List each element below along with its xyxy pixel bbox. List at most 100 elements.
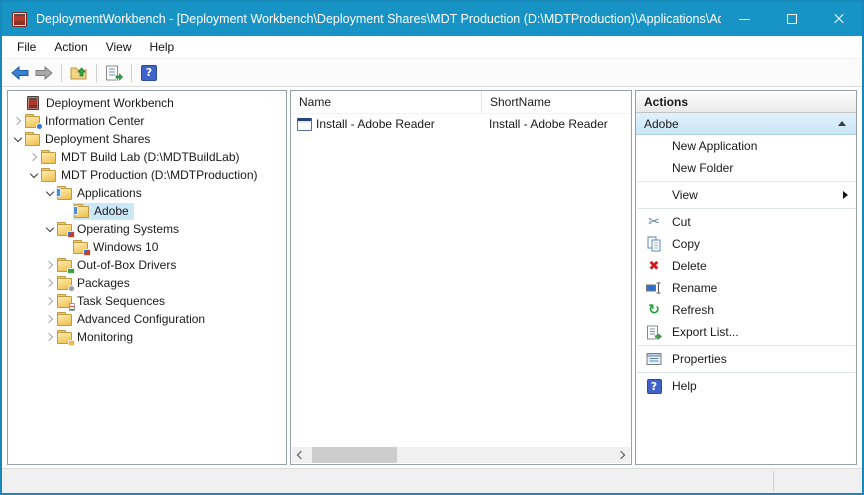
chevron-spacer — [10, 94, 25, 112]
forward-arrow-icon — [35, 66, 53, 80]
window-controls — [721, 2, 862, 36]
tree-item-operating-systems[interactable]: Operating Systems — [42, 220, 286, 238]
chevron-expanded-icon[interactable] — [10, 130, 25, 148]
action-rename[interactable]: Rename — [636, 277, 856, 299]
chevron-expanded-icon[interactable] — [26, 166, 41, 184]
column-header-name[interactable]: Name — [291, 91, 481, 113]
menu-bar: File Action View Help — [2, 36, 862, 59]
chevron-collapsed-icon[interactable] — [42, 274, 57, 292]
list-row-install-adobe-reader[interactable]: Install - Adobe Reader Install - Adobe R… — [291, 114, 631, 134]
scroll-right-button[interactable] — [614, 447, 630, 463]
action-delete[interactable]: ✖ Delete — [636, 255, 856, 277]
chevron-collapsed-icon[interactable] — [42, 328, 57, 346]
list-item-shortname: Install - Adobe Reader — [489, 117, 608, 131]
folder-os-icon — [73, 242, 89, 254]
action-cut[interactable]: ✂ Cut — [636, 211, 856, 233]
blank-icon — [644, 137, 664, 155]
actions-group-adobe[interactable]: Adobe — [636, 113, 856, 135]
action-view[interactable]: View — [636, 184, 856, 206]
separator — [637, 208, 856, 209]
help-icon: ? — [141, 65, 157, 81]
menu-file[interactable]: File — [8, 38, 45, 56]
tree-item-label[interactable]: MDT Build Lab (D:\MDTBuildLab) — [59, 149, 243, 166]
tree-item-windows-10[interactable]: Windows 10 — [58, 238, 286, 256]
action-copy[interactable]: Copy — [636, 233, 856, 255]
horizontal-scrollbar[interactable] — [292, 447, 630, 463]
tree-item-information-center[interactable]: Information Center — [10, 112, 286, 130]
chevron-collapsed-icon[interactable] — [42, 310, 57, 328]
tree-item-label[interactable]: Windows 10 — [91, 239, 161, 256]
forward-button[interactable] — [32, 61, 56, 85]
minimize-button[interactable] — [721, 2, 768, 36]
column-header-shortname[interactable]: ShortName — [481, 91, 631, 113]
folder-open-icon — [25, 134, 41, 146]
action-label: Properties — [672, 352, 848, 366]
help-button[interactable]: ? — [137, 61, 161, 85]
action-properties[interactable]: Properties — [636, 348, 856, 370]
status-bar — [2, 468, 862, 493]
tree-item-label[interactable]: Operating Systems — [75, 221, 182, 238]
tree-item-applications[interactable]: Applications — [42, 184, 286, 202]
menu-help[interactable]: Help — [141, 38, 184, 56]
close-button[interactable] — [815, 2, 862, 36]
actions-group-label: Adobe — [644, 117, 838, 131]
help-icon-wrap: ? — [644, 377, 664, 395]
list-item-name[interactable]: Install - Adobe Reader — [316, 117, 435, 131]
menu-view[interactable]: View — [97, 38, 141, 56]
tree-item-adobe[interactable]: Adobe — [58, 202, 286, 220]
tree-item-packages[interactable]: Packages — [42, 274, 286, 292]
app-icon — [12, 12, 27, 27]
copy-icon — [644, 235, 664, 253]
tree-item-out-of-box-drivers[interactable]: Out-of-Box Drivers — [42, 256, 286, 274]
action-help[interactable]: ? Help — [636, 375, 856, 397]
tree-item-label[interactable]: MDT Production (D:\MDTProduction) — [59, 167, 261, 184]
tree-item-label[interactable]: Monitoring — [75, 329, 136, 346]
tree-item-label[interactable]: Applications — [75, 185, 145, 202]
tree-item-label[interactable]: Deployment Shares — [43, 131, 153, 148]
tree-item-deployment-shares[interactable]: Deployment Shares — [10, 130, 286, 148]
tree-item-label[interactable]: Packages — [75, 275, 133, 292]
tree-item-label[interactable]: Information Center — [43, 113, 147, 130]
chevron-collapsed-icon[interactable] — [10, 112, 25, 130]
chevron-collapsed-icon[interactable] — [42, 292, 57, 310]
folder-applications-icon — [74, 206, 90, 218]
menu-action[interactable]: Action — [45, 38, 96, 56]
export-list-button[interactable] — [102, 61, 126, 85]
minimize-icon — [739, 19, 750, 20]
back-button[interactable] — [8, 61, 32, 85]
scrollbar-thumb[interactable] — [312, 447, 397, 463]
title-bar: DeploymentWorkbench - [Deployment Workbe… — [2, 2, 862, 36]
tree-item-advanced-configuration[interactable]: Advanced Configuration — [42, 310, 286, 328]
action-label: New Folder — [672, 161, 848, 175]
actions-pane-title: Actions — [636, 91, 856, 113]
tree-item-task-sequences[interactable]: Task Sequences — [42, 292, 286, 310]
tree-item-mdt-build-lab[interactable]: MDT Build Lab (D:\MDTBuildLab) — [26, 148, 286, 166]
scroll-left-button[interactable] — [292, 447, 308, 463]
chevron-collapsed-icon[interactable] — [26, 148, 41, 166]
chevron-expanded-icon[interactable] — [42, 184, 57, 202]
tree-item-monitoring[interactable]: Monitoring — [42, 328, 286, 346]
action-label: Refresh — [672, 303, 848, 317]
tree-item-label[interactable]: Out-of-Box Drivers — [75, 257, 179, 274]
chevron-collapsed-icon[interactable] — [42, 256, 57, 274]
toolbar-separator — [131, 64, 132, 82]
rename-icon — [644, 279, 664, 297]
folder-info-icon — [25, 116, 41, 128]
collapse-arrow-icon[interactable] — [838, 121, 846, 126]
tree-item-label[interactable]: Adobe — [92, 203, 132, 220]
tree-item-label[interactable]: Advanced Configuration — [75, 311, 208, 328]
tree-item-mdt-production[interactable]: MDT Production (D:\MDTProduction) — [26, 166, 286, 184]
up-one-level-button[interactable] — [67, 61, 91, 85]
action-refresh[interactable]: ↻ Refresh — [636, 299, 856, 321]
action-new-application[interactable]: New Application — [636, 135, 856, 157]
blank-icon — [644, 186, 664, 204]
scrollbar-track[interactable] — [308, 447, 614, 463]
chevron-expanded-icon[interactable] — [42, 220, 57, 238]
maximize-button[interactable] — [768, 2, 815, 36]
action-export-list[interactable]: Export List... — [636, 321, 856, 343]
folder-tasks-icon — [57, 296, 73, 308]
action-new-folder[interactable]: New Folder — [636, 157, 856, 179]
tree-item-label[interactable]: Task Sequences — [75, 293, 168, 310]
tree-item-label[interactable]: Deployment Workbench — [44, 95, 177, 112]
tree-item-deployment-workbench[interactable]: Deployment Workbench — [10, 94, 286, 112]
